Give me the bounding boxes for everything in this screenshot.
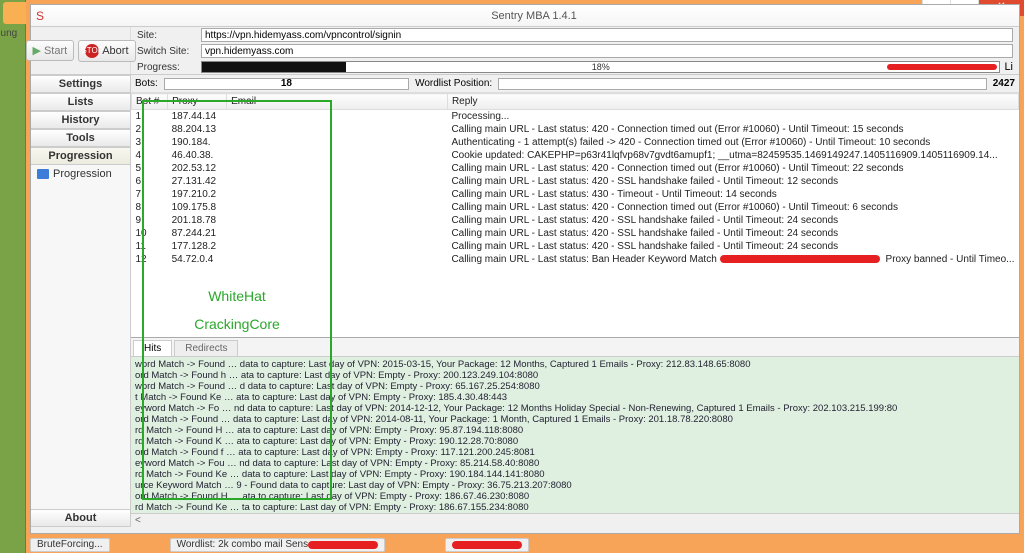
top-panel: ▶ Start STOP Abort Site: Switch Site: Pr… <box>31 27 1019 75</box>
hit-line: word Match -> Found … data to capture: L… <box>135 359 1015 370</box>
table-row[interactable]: 9201.18.78Calling main URL - Last status… <box>132 214 1019 227</box>
sidebar-sub-progression[interactable]: Progression <box>31 165 130 183</box>
bot-table-wrap: Bot # Proxy Email Reply 1187.44.14Proces… <box>131 93 1019 337</box>
wordlist-label: Wordlist Position: <box>415 78 492 89</box>
sidebar-item-tools[interactable]: Tools <box>31 129 130 147</box>
table-row[interactable]: 5202.53.12Calling main URL - Last status… <box>132 162 1019 175</box>
horizontal-scrollbar[interactable]: < <box>131 513 1019 527</box>
table-row[interactable]: 7197.210.2Calling main URL - Last status… <box>132 188 1019 201</box>
start-button[interactable]: ▶ Start <box>26 40 75 61</box>
progress-bar: 18% <box>201 61 1000 73</box>
status-left: BruteForcing... <box>30 538 110 552</box>
browser-edge-text: dung <box>0 28 17 39</box>
titlebar[interactable]: S Sentry MBA 1.4.1 <box>31 5 1019 27</box>
abort-button[interactable]: STOP Abort <box>78 40 135 62</box>
window-title: Sentry MBA 1.4.1 <box>49 10 1019 22</box>
col-bot[interactable]: Bot # <box>132 94 168 110</box>
hit-line: eyword Match -> Fo … nd data to capture:… <box>135 403 1015 414</box>
grid-icon <box>37 169 49 179</box>
site-input[interactable] <box>201 28 1013 42</box>
table-row[interactable]: 1254.72.0.4Calling main URL - Last statu… <box>132 253 1019 266</box>
abort-label: Abort <box>102 45 128 57</box>
start-label: Start <box>44 45 67 57</box>
hit-line: urce Keyword Match … 9 - Found data to c… <box>135 480 1015 491</box>
bot-table: Bot # Proxy Email Reply 1187.44.14Proces… <box>131 93 1019 266</box>
table-row[interactable]: 3190.184.Authenticating - 1 attempt(s) f… <box>132 136 1019 149</box>
progress-fill <box>202 62 346 72</box>
sidebar-item-about[interactable]: About <box>31 509 130 527</box>
hit-line: rd Match -> Found H … ata to capture: La… <box>135 425 1015 436</box>
play-icon: ▶ <box>33 44 41 57</box>
status-right <box>445 538 529 552</box>
browser-chrome-edge: dung <box>0 0 26 553</box>
table-row[interactable]: 8109.175.8Calling main URL - Last status… <box>132 201 1019 214</box>
sidebar-item-progression[interactable]: Progression <box>31 147 130 165</box>
col-reply[interactable]: Reply <box>447 94 1018 110</box>
sidebar-item-history[interactable]: History <box>31 111 130 129</box>
redacted-right <box>887 62 997 72</box>
redacted-status <box>308 541 378 549</box>
col-proxy[interactable]: Proxy <box>168 94 227 110</box>
bots-meter: 18 <box>164 78 409 90</box>
status-bar: BruteForcing... Wordlist: 2k combo mail … <box>26 536 1024 553</box>
hit-line: ord Match -> Found f … ata to capture: L… <box>135 447 1015 458</box>
stop-icon: STOP <box>85 44 99 58</box>
wordlist-meter <box>498 78 987 90</box>
wordlist-value: 2427 <box>993 78 1015 89</box>
sidebar: Settings Lists History Tools Progression… <box>31 75 131 527</box>
app-window: S Sentry MBA 1.4.1 ▶ Start STOP Abort Si… <box>30 4 1020 534</box>
table-row[interactable]: 1087.244.21Calling main URL - Last statu… <box>132 227 1019 240</box>
hit-line: word Match -> Found … d data to capture:… <box>135 381 1015 392</box>
status-mid: Wordlist: 2k combo mail Sens <box>170 538 386 552</box>
hit-line: rd Match -> Found Ke … data to capture: … <box>135 469 1015 480</box>
switch-site-label: Switch Site: <box>137 46 197 57</box>
sidebar-item-settings[interactable]: Settings <box>31 75 130 93</box>
table-row[interactable]: 11177.128.2Calling main URL - Last statu… <box>132 240 1019 253</box>
col-email[interactable]: Email <box>227 94 448 110</box>
sidebar-item-lists[interactable]: Lists <box>31 93 130 111</box>
site-label: Site: <box>137 30 197 41</box>
table-row[interactable]: 1187.44.14Processing... <box>132 110 1019 124</box>
hit-line: rd Match -> Found K … ata to capture: La… <box>135 436 1015 447</box>
list-short-label: Li <box>1004 61 1013 73</box>
hit-line: rd Match -> Found Ke … ta to capture: La… <box>135 502 1015 513</box>
hit-line: ord Match -> Found h … ata to capture: L… <box>135 370 1015 381</box>
hits-output[interactable]: word Match -> Found … data to capture: L… <box>131 357 1019 513</box>
redacted-status-2 <box>452 541 522 549</box>
bots-label: Bots: <box>135 78 158 89</box>
app-icon: S <box>31 9 49 23</box>
hit-line: ord Match -> Found … data to capture: La… <box>135 414 1015 425</box>
bots-value: 18 <box>281 78 292 89</box>
hit-line: t Match -> Found Ke … ata to capture: La… <box>135 392 1015 403</box>
table-row[interactable]: 627.131.42Calling main URL - Last status… <box>132 175 1019 188</box>
hit-line: eyword Match -> Fou … nd data to capture… <box>135 458 1015 469</box>
tab-redirects[interactable]: Redirects <box>174 340 238 356</box>
sidebar-sub-label: Progression <box>53 168 112 180</box>
progress-label: Progress: <box>137 62 197 73</box>
progress-text: 18% <box>592 62 610 72</box>
hit-line: ord Match -> Found H … ata to capture: L… <box>135 491 1015 502</box>
scroll-left-icon[interactable]: < <box>135 515 141 526</box>
table-row[interactable]: 288.204.13Calling main URL - Last status… <box>132 123 1019 136</box>
switch-site-input[interactable] <box>201 44 1013 58</box>
outer-stage: — ▭ ✕ S Sentry MBA 1.4.1 ▶ Start STOP Ab… <box>26 0 1024 553</box>
table-row[interactable]: 446.40.38.Cookie updated: CAKEPHP=p63r41… <box>132 149 1019 162</box>
tab-hits[interactable]: Hits <box>133 340 172 356</box>
